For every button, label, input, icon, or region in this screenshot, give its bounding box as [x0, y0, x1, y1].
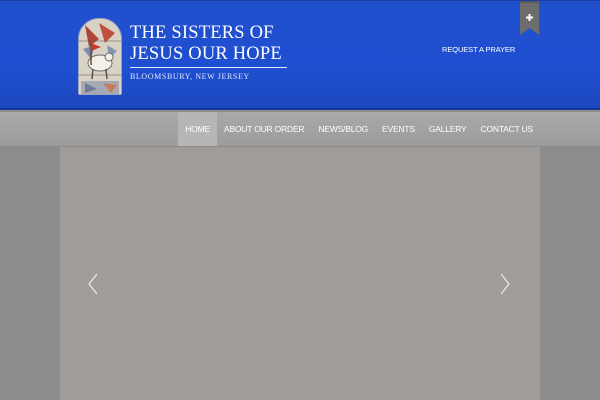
nav-about-our-order[interactable]: ABOUT OUR ORDER — [217, 112, 311, 146]
nav-events[interactable]: EVENTS — [375, 112, 422, 146]
site-title-block[interactable]: THE SISTERS OF JESUS OUR HOPE BLOOMSBURY… — [130, 23, 290, 81]
nav-gallery[interactable]: GALLERY — [422, 112, 474, 146]
chevron-left-icon[interactable] — [86, 272, 100, 296]
title-divider — [130, 67, 287, 68]
nav-home[interactable]: HOME — [178, 112, 217, 146]
plus-icon[interactable] — [520, 1, 539, 35]
image-slider[interactable] — [60, 147, 540, 400]
site-subtitle: BLOOMSBURY, NEW JERSEY — [130, 72, 250, 81]
nav-contact-us[interactable]: CONTACT US — [474, 112, 540, 146]
request-prayer-link[interactable]: REQUEST A PRAYER — [442, 45, 515, 54]
main-navigation: HOME ABOUT OUR ORDER NEWS/BLOG EVENTS GA… — [0, 112, 600, 147]
chevron-right-icon[interactable] — [498, 272, 512, 296]
site-title-line1: THE SISTERS OF — [130, 23, 274, 43]
site-header: THE SISTERS OF JESUS OUR HOPE BLOOMSBURY… — [0, 0, 600, 110]
site-title-line2: JESUS OUR HOPE — [130, 44, 282, 64]
stained-glass-lamb-icon[interactable] — [78, 18, 122, 95]
nav-news-blog[interactable]: NEWS/BLOG — [311, 112, 375, 146]
nav-list: HOME ABOUT OUR ORDER NEWS/BLOG EVENTS GA… — [178, 112, 540, 146]
